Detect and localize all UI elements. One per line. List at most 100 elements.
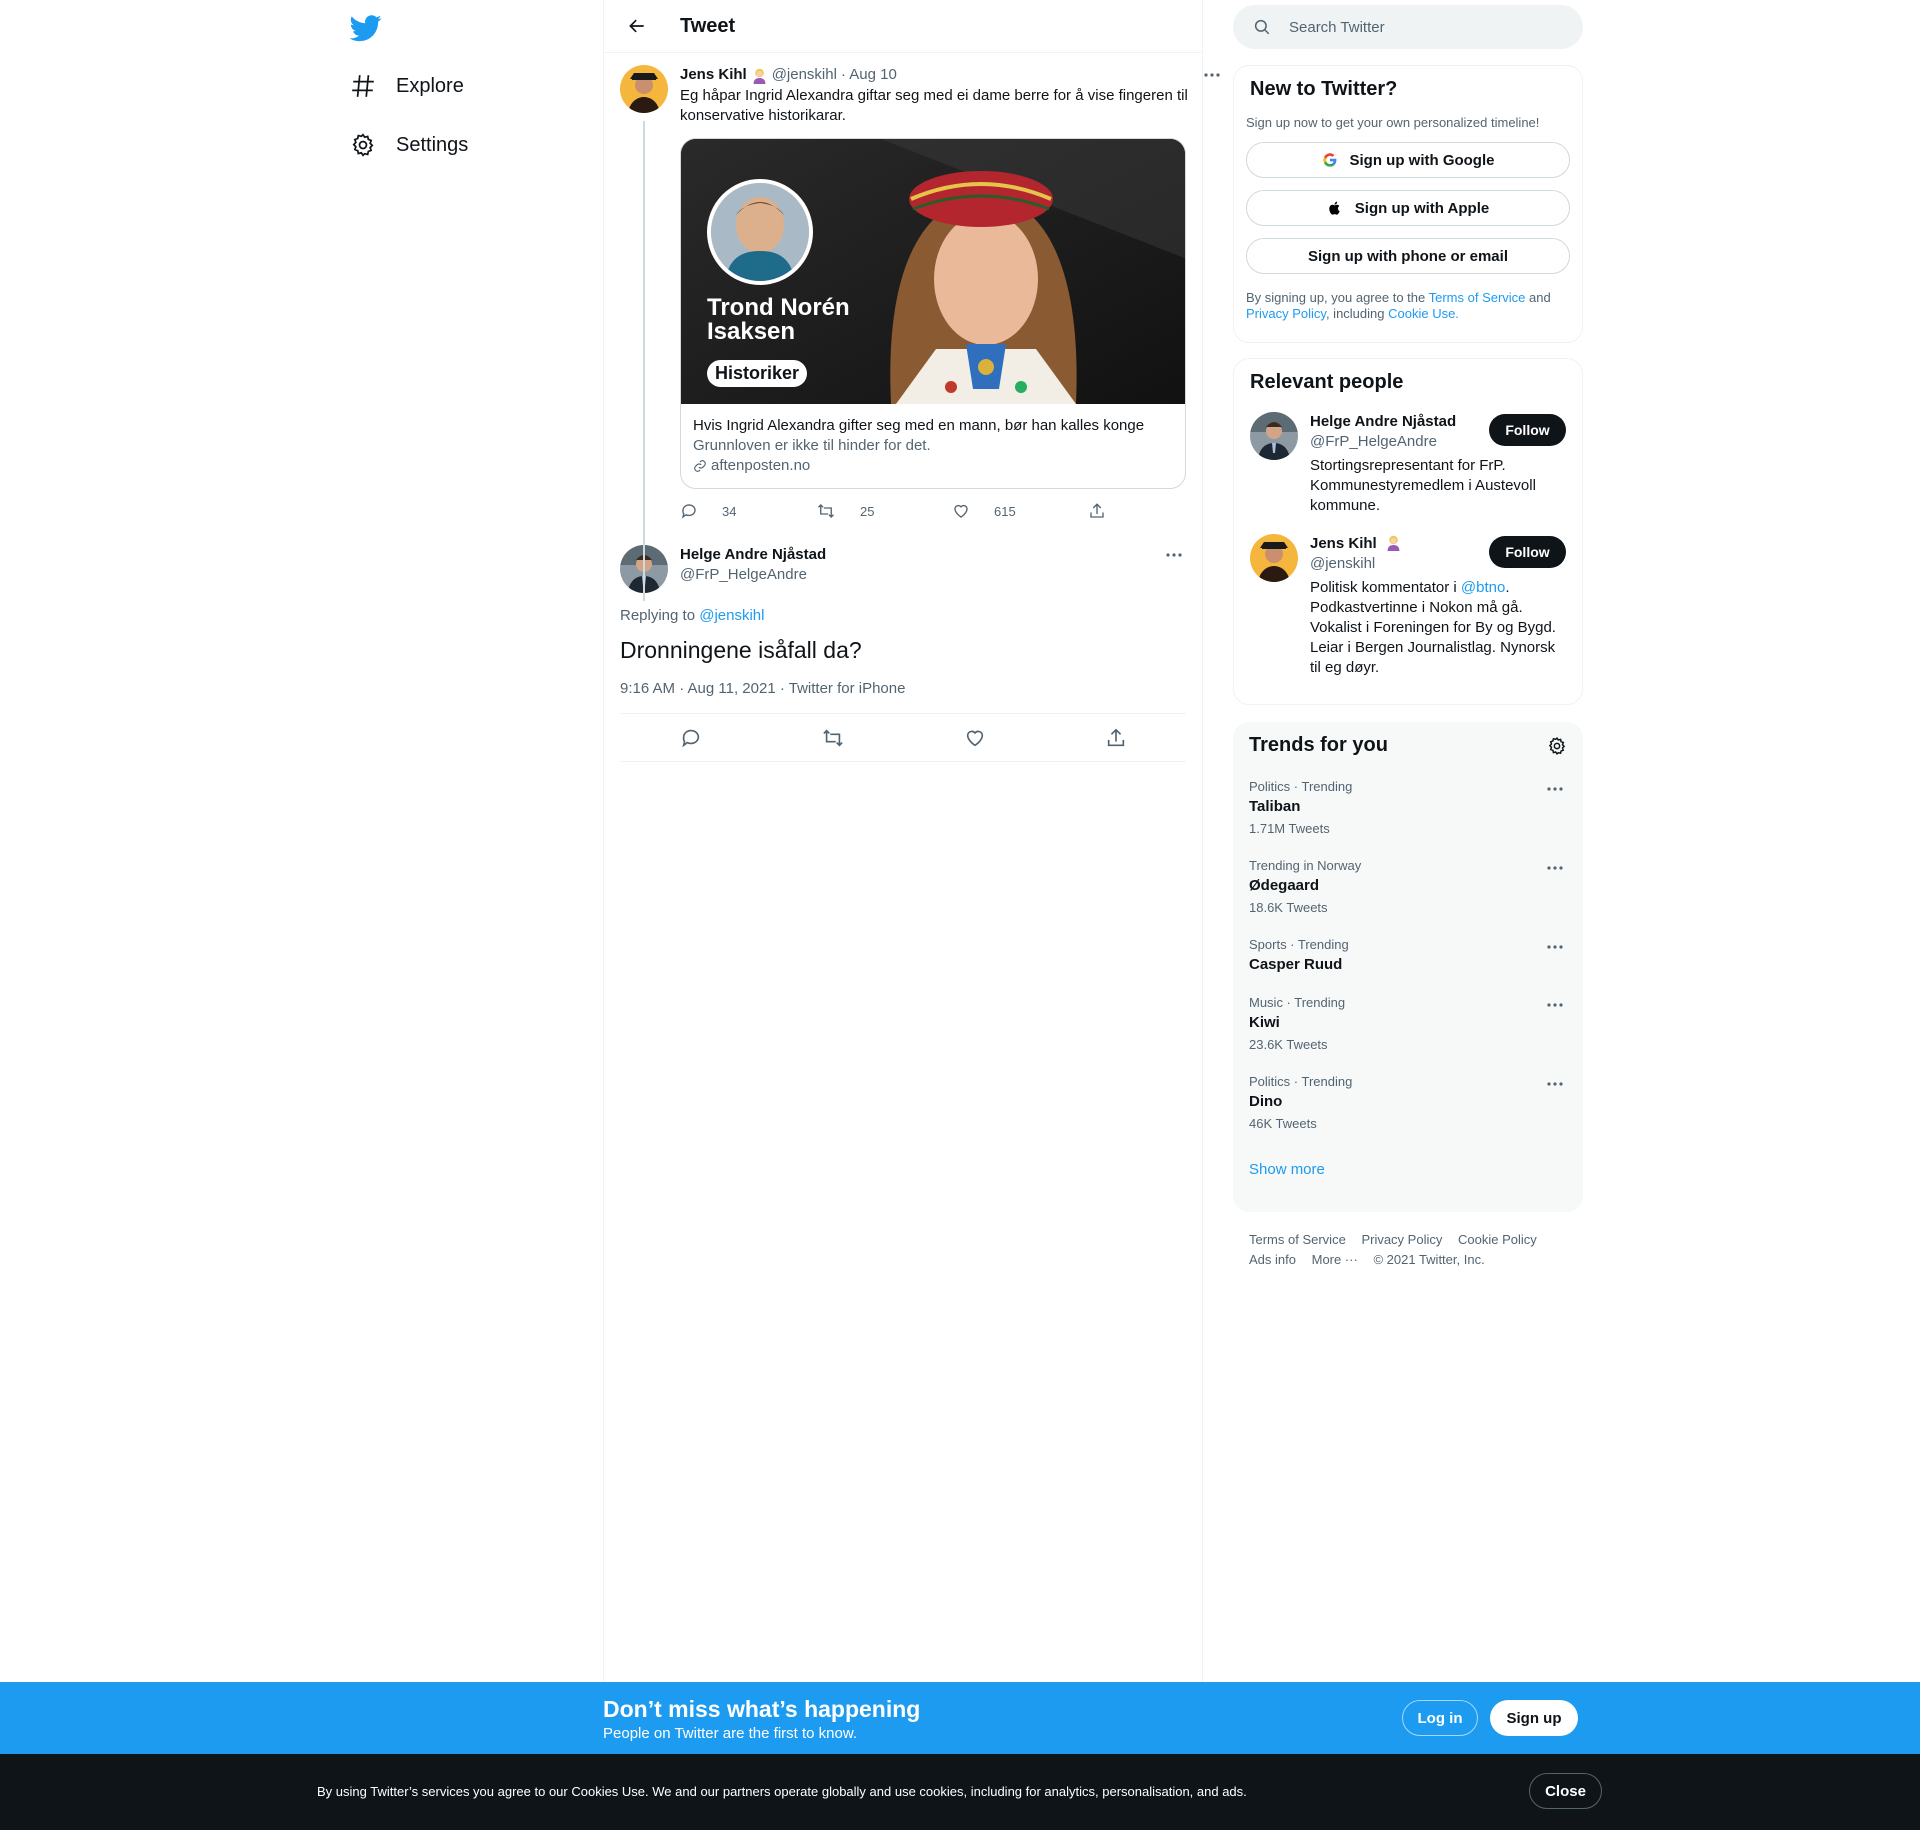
signup-email-label: Sign up with phone or email [1307, 247, 1508, 265]
trend-name: Casper Ruud [1249, 956, 1343, 973]
main-header: Tweet [604, 0, 1202, 53]
tweet-actions: 34 25 615 [680, 489, 1224, 533]
legal-text-2: and [1525, 290, 1551, 305]
share-button[interactable] [1088, 502, 1224, 520]
cookie-text: By using Twitter’s services you agree to… [317, 1784, 1247, 1799]
back-arrow-icon[interactable] [620, 9, 654, 43]
signup-button[interactable]: Sign up [1490, 1700, 1578, 1736]
search-input[interactable] [1289, 18, 1549, 36]
main-column: Tweet Jens Kihl @jenskihl · Aug 10 Eg hå… [603, 0, 1220, 1682]
footer-link-more[interactable]: More ··· [1312, 1250, 1358, 1270]
gear-icon [350, 132, 376, 158]
trend-item[interactable]: Politics · Trending Taliban 1.71M Tweets [1249, 779, 1567, 836]
legal-text-3: , including [1325, 306, 1389, 321]
signup-apple-label: Sign up with Apple [1354, 199, 1490, 217]
cookie-close-button[interactable]: Close [1529, 1773, 1602, 1809]
reply-author-handle[interactable]: @FrP_HelgeAndre [680, 565, 826, 585]
like-count: 615 [994, 503, 1016, 519]
trend-item[interactable]: Politics · Trending Dino 46K Tweets [1249, 1074, 1567, 1131]
person-item[interactable]: Jens Kihl @jenskihl Follow Politisk komm… [1250, 534, 1566, 678]
heart-icon[interactable] [964, 727, 986, 749]
trend-item[interactable]: Trending in Norway Ødegaard 18.6K Tweets [1249, 858, 1567, 915]
more-dots-icon[interactable] [1200, 65, 1224, 85]
signup-apple-button[interactable]: Sign up with Apple [1246, 190, 1570, 226]
reply-button[interactable]: 34 [680, 502, 816, 520]
more-dots-icon[interactable] [1162, 545, 1186, 565]
signup-google-button[interactable]: Sign up with Google [1246, 142, 1570, 178]
trend-category: Sports · Trending [1249, 937, 1349, 952]
avatar-helge[interactable] [1250, 412, 1298, 460]
terms-link[interactable]: Terms of Service [1429, 290, 1526, 305]
woman-emoji-icon [751, 67, 768, 84]
avatar-jens-kihl[interactable] [620, 65, 668, 113]
card-overlay-tag: Historiker [707, 360, 808, 387]
reply-author-name[interactable]: Helge Andre Njåstad [680, 545, 826, 565]
parent-tweet[interactable]: Jens Kihl @jenskihl · Aug 10 Eg håpar In… [604, 53, 1220, 601]
trend-name: Dino [1249, 1093, 1283, 1110]
trend-item[interactable]: Sports · Trending Casper Ruud [1249, 937, 1567, 973]
focused-tweet: Helge Andre Njåstad @FrP_HelgeAndre Repl… [604, 533, 1202, 762]
focused-tweet-actions [620, 714, 1186, 762]
replying-prefix: Replying to [620, 607, 700, 624]
more-dots-icon[interactable] [1543, 937, 1567, 957]
replying-to-link[interactable]: @jenskihl [699, 607, 764, 624]
person-bio: Stortingsrepresentant for FrP. Kommunest… [1310, 457, 1536, 514]
google-icon [1322, 152, 1344, 168]
card-overlay-name: Trond Norén Isaksen [707, 294, 850, 345]
retweet-button[interactable]: 25 [816, 502, 952, 520]
avatar-jens-kihl[interactable] [1250, 534, 1298, 582]
bio-mention-link[interactable]: @btno [1461, 579, 1505, 596]
trend-item[interactable]: Music · Trending Kiwi 23.6K Tweets [1249, 995, 1567, 1052]
signup-banner: Don’t miss what’s happening People on Tw… [0, 1682, 1920, 1754]
apple-icon [1327, 200, 1349, 216]
footer-link-cookie[interactable]: Cookie Policy [1458, 1230, 1537, 1250]
tweet-author-handle[interactable]: @jenskihl [772, 65, 837, 85]
tweet-meta[interactable]: 9:16 AM · Aug 11, 2021 · Twitter for iPh… [620, 680, 1186, 714]
person-name[interactable]: Helge Andre Njåstad [1310, 412, 1456, 432]
person-item[interactable]: Helge Andre Njåstad @FrP_HelgeAndre Foll… [1250, 412, 1566, 516]
retweet-icon [816, 502, 848, 520]
trend-name: Ødegaard [1249, 877, 1320, 894]
tweet-author-name[interactable]: Jens Kihl [680, 65, 747, 85]
nav-explore[interactable]: Explore [350, 64, 464, 108]
more-dots-icon[interactable] [1543, 858, 1567, 878]
share-icon[interactable] [1105, 727, 1127, 749]
footer-link-ads[interactable]: Ads info [1249, 1250, 1296, 1270]
gear-icon[interactable] [1547, 736, 1567, 756]
privacy-link[interactable]: Privacy Policy [1246, 306, 1326, 321]
more-dots-icon[interactable] [1543, 1074, 1567, 1094]
footer-link-terms[interactable]: Terms of Service [1249, 1230, 1346, 1250]
follow-button[interactable]: Follow [1489, 414, 1566, 446]
hashtag-icon [350, 73, 376, 99]
reply-icon[interactable] [680, 727, 702, 749]
link-card[interactable]: Trond Norén Isaksen Historiker Hvis Ingr… [680, 138, 1186, 489]
login-button[interactable]: Log in [1402, 1700, 1478, 1736]
share-icon [1088, 502, 1118, 520]
nav-settings[interactable]: Settings [350, 123, 468, 167]
banner-subtitle: People on Twitter are the first to know. [603, 1725, 858, 1742]
cookie-banner: By using Twitter’s services you agree to… [0, 1754, 1920, 1830]
follow-button[interactable]: Follow [1489, 536, 1566, 568]
person-handle[interactable]: @FrP_HelgeAndre [1310, 432, 1456, 452]
twitter-logo-icon[interactable] [349, 12, 382, 44]
show-more-link[interactable]: Show more [1249, 1161, 1567, 1178]
relevant-people-panel: Relevant people Helge Andre Njåstad @FrP… [1233, 358, 1583, 705]
card-description: Grunnloven er ikke til hinder for det. [693, 437, 931, 454]
nav-explore-label: Explore [396, 74, 464, 97]
person-name[interactable]: Jens Kihl [1310, 535, 1377, 552]
replying-to: Replying to @jenskihl [620, 607, 1186, 624]
like-button[interactable]: 615 [952, 502, 1088, 520]
person-handle[interactable]: @jenskihl [1310, 554, 1402, 574]
new-to-twitter-title: New to Twitter? [1250, 78, 1398, 100]
retweet-icon[interactable] [821, 727, 845, 749]
reply-count: 34 [722, 503, 737, 519]
footer-link-privacy[interactable]: Privacy Policy [1361, 1230, 1442, 1250]
footer-copyright: © 2021 Twitter, Inc. [1373, 1252, 1485, 1267]
tweet-date[interactable]: · Aug 10 [841, 65, 897, 85]
trend-category: Trending in Norway [1249, 858, 1362, 873]
more-dots-icon[interactable] [1543, 995, 1567, 1015]
retweet-count: 25 [860, 503, 875, 519]
cookie-use-link[interactable]: Cookie Use. [1388, 306, 1459, 321]
more-dots-icon[interactable] [1543, 779, 1567, 799]
signup-email-button[interactable]: Sign up with phone or email [1246, 238, 1570, 274]
